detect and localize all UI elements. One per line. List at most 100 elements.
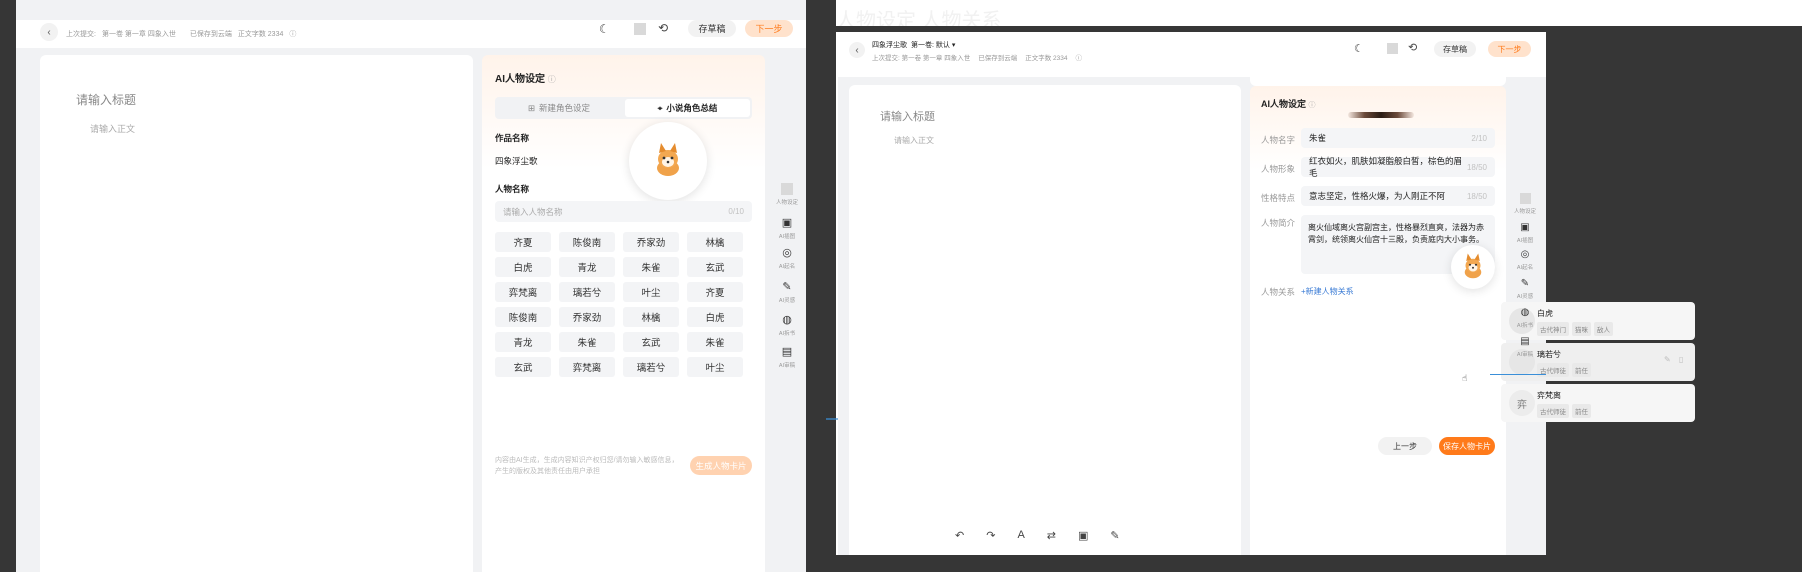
rail-item-ai-image[interactable]: ▣ AI插图 [770, 216, 804, 240]
redo-icon[interactable]: ↷ [986, 529, 995, 543]
name-chip[interactable]: 玄武 [623, 332, 679, 352]
rail-item-person[interactable]: 人物设定 [770, 183, 804, 206]
name-chip[interactable]: 白虎 [495, 257, 551, 277]
name-chip[interactable]: 玄武 [687, 257, 743, 277]
trait-label: 性格特点 [1261, 193, 1296, 203]
title-placeholder[interactable]: 请输入标题 [76, 91, 136, 108]
name-chip[interactable]: 弈梵离 [559, 357, 615, 377]
pen-icon[interactable]: ✎ [1110, 529, 1119, 543]
body-placeholder[interactable]: 请输入正文 [90, 122, 135, 135]
name-chip[interactable]: 白虎 [687, 307, 743, 327]
title-placeholder[interactable]: 请输入标题 [880, 108, 935, 124]
name-chip[interactable]: 齐夏 [687, 282, 743, 302]
rail-item-ai-review[interactable]: ▤ AI审稿 [770, 345, 804, 369]
font-icon[interactable]: A [1017, 529, 1024, 543]
next-step-button[interactable]: 下一步 [745, 20, 793, 37]
info-icon: ⓘ [1075, 55, 1083, 62]
mouse-cursor-icon: ☝ [1462, 373, 1468, 383]
book-info: 四象浮尘歌 第一卷: 默认 ▾ [872, 40, 956, 50]
history-icon[interactable]: ⟲ [658, 21, 668, 35]
rail-item-ai-review[interactable]: ▤ AI审稿 [1511, 336, 1539, 358]
name-chip[interactable]: 乔家劲 [559, 307, 615, 327]
name-chip[interactable]: 陈俊南 [559, 232, 615, 252]
panel-title: AI人物设定 ⓘ [1261, 99, 1316, 109]
right-frame-right [1546, 26, 1802, 572]
rail-item-ai-name[interactable]: ◎ AI起名 [1511, 249, 1539, 271]
rail-item-ai-book[interactable]: ◍ AI拆书 [1511, 307, 1539, 329]
volume-select[interactable]: 第一卷: 默认 ▾ [911, 40, 955, 50]
image-icon[interactable]: ▣ [1078, 529, 1088, 543]
relation-card[interactable]: 弈 弈梵离 古代师徒 前任 [1501, 384, 1695, 422]
name-chip[interactable]: 陈俊南 [495, 307, 551, 327]
name-chip[interactable]: 乔家劲 [623, 232, 679, 252]
rail-item-ai-idea[interactable]: ✎ AI灵感 [1511, 278, 1539, 300]
rail-item-ai-image[interactable]: ▣ AI插图 [1511, 222, 1539, 244]
back-button[interactable]: ‹ [849, 42, 865, 58]
rail-item-ai-book[interactable]: ◍ AI拆书 [770, 313, 804, 337]
history-icon[interactable]: ⟲ [1408, 41, 1417, 54]
name-chip[interactable]: 林檎 [687, 232, 743, 252]
name-chip[interactable]: 璃若兮 [559, 282, 615, 302]
prev-step-button[interactable]: 上一步 [1378, 437, 1432, 455]
left-frame-dark [0, 0, 16, 572]
replace-icon[interactable]: ⇄ [1047, 529, 1056, 543]
pen-icon: ✎ [782, 281, 792, 293]
info-icon: ⓘ [1308, 102, 1316, 109]
add-relation-link[interactable]: +新建人物关系 [1301, 286, 1354, 297]
globe-icon: ◍ [1520, 307, 1530, 318]
image-input[interactable]: 红衣如火，肌肤如凝脂般白皙，棕色的眉毛 18/50 [1301, 156, 1495, 178]
name-chip[interactable]: 玄武 [495, 357, 551, 377]
info-icon: ⓘ [289, 31, 297, 38]
rail-item-ai-idea[interactable]: ✎ AI灵感 [770, 280, 804, 304]
image-label: 人物形象 [1261, 164, 1296, 174]
name-chip[interactable]: 朱雀 [559, 332, 615, 352]
pen-icon: ✎ [1520, 278, 1530, 289]
rail-item-ai-name[interactable]: ◎ AI起名 [770, 246, 804, 270]
moon-icon[interactable]: ☾ [599, 22, 610, 36]
name-input[interactable]: 朱雀 2/10 [1301, 128, 1495, 148]
undo-icon[interactable]: ↶ [955, 529, 964, 543]
left-header: ‹ 上次提交: 第一卷 第一章 四象入世 已保存到云端 正文字数 2334 ⓘ … [16, 20, 806, 48]
panel-title: AI人物设定 ⓘ [495, 74, 556, 85]
right-editor[interactable]: 请输入标题 请输入正文 ↶ ↷ A ⇄ ▣ ✎ [849, 85, 1241, 555]
name-chip[interactable]: 叶尘 [623, 282, 679, 302]
dog-illustration [1464, 253, 1482, 279]
connector-line [1490, 374, 1546, 375]
name-chip[interactable]: 齐夏 [495, 232, 551, 252]
next-step-button[interactable]: 下一步 [1488, 41, 1531, 57]
middle-frame-dark [806, 0, 836, 572]
name-chip[interactable]: 青龙 [559, 257, 615, 277]
name-chip[interactable]: 朱雀 [623, 257, 679, 277]
left-rail: 人物设定 ▣ AI插图 ◎ AI起名 ✎ AI灵感 ◍ AI拆书 ▤ AI审稿 [770, 180, 806, 380]
placeholder-square-icon[interactable] [634, 23, 646, 35]
tab-role-summary[interactable]: ⌖ 小说角色总结 [625, 99, 750, 117]
name-chip[interactable]: 叶尘 [687, 357, 743, 377]
placeholder-square-icon[interactable] [1387, 43, 1398, 54]
delete-icon[interactable]: ▯ [1679, 355, 1683, 364]
rail-item-person[interactable]: 人物设定 [1511, 193, 1539, 215]
name-chip[interactable]: 朱雀 [687, 332, 743, 352]
back-button[interactable]: ‹ [40, 23, 58, 41]
name-chip[interactable]: 青龙 [495, 332, 551, 352]
name-icon: ◎ [1520, 249, 1530, 260]
work-name-label: 作品名称 [495, 133, 530, 143]
left-editor[interactable]: 请输入标题 请输入正文 [40, 55, 473, 572]
person-name-input[interactable]: 请输入人物名称 0/10 [495, 201, 752, 222]
trait-input[interactable]: 意志坚定，性格火爆，为人刚正不阿 18/50 [1301, 186, 1495, 206]
info-icon: ⓘ [547, 75, 556, 84]
moon-icon[interactable]: ☾ [1354, 42, 1364, 55]
save-draft-button[interactable]: 存草稿 [688, 20, 736, 37]
save-card-button[interactable]: 保存人物卡片 [1439, 437, 1495, 455]
name-chip[interactable]: 璃若兮 [623, 357, 679, 377]
left-ai-panel: AI人物设定 ⓘ ⊞ 新建角色设定 ⌖ 小说角色总结 作品名称 四象浮尘歌 人物名称… [482, 55, 765, 572]
edit-icon[interactable]: ✎ [1664, 355, 1671, 364]
tab-new-role[interactable]: ⊞ 新建角色设定 [495, 97, 623, 119]
name-chip[interactable]: 林檎 [623, 307, 679, 327]
right-ai-panel-upper-card [1250, 77, 1506, 86]
generate-card-button[interactable]: 生成人物卡片 [690, 456, 752, 475]
editor-toolbar: ↶ ↷ A ⇄ ▣ ✎ [955, 529, 1145, 543]
name-chip[interactable]: 弈梵离 [495, 282, 551, 302]
body-placeholder[interactable]: 请输入正文 [894, 135, 934, 146]
save-draft-button[interactable]: 存草稿 [1434, 41, 1476, 57]
image-icon: ▣ [781, 217, 793, 229]
